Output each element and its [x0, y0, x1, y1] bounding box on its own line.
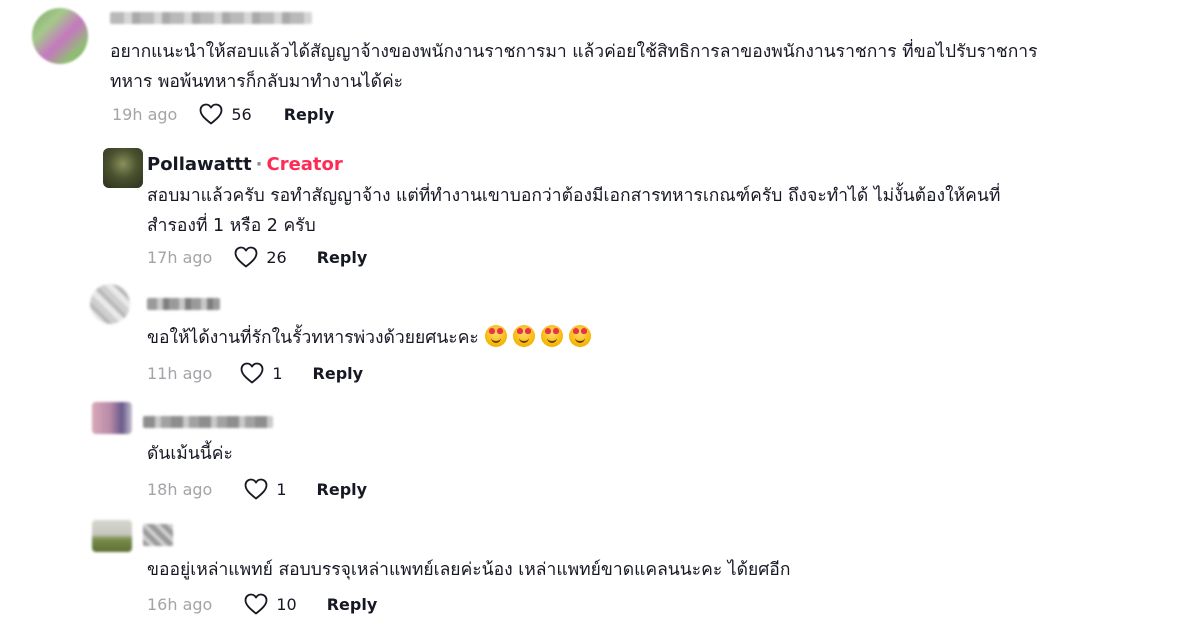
separator-dot: ·: [255, 154, 263, 175]
comment-item: อยากแนะนำให้สอบแล้วได้สัญญาจ้างของพนักงา…: [0, 0, 1178, 130]
heart-outline-icon[interactable]: [199, 103, 223, 125]
comment-text: ขอให้ได้งานที่รักในรั้วทหารพ่วงด้วยยศนะค…: [147, 323, 591, 353]
comment-meta: 16h ago 10 Reply: [147, 592, 377, 616]
like-button[interactable]: 26: [234, 246, 287, 268]
comment-time: 19h ago: [112, 104, 178, 124]
like-button[interactable]: 56: [199, 103, 252, 125]
username-redacted[interactable]: [147, 298, 220, 310]
comment-time: 16h ago: [147, 594, 213, 614]
heart-outline-icon[interactable]: [240, 362, 264, 384]
smiling-face-with-hearts-icon: [512, 325, 535, 347]
comment-text: อยากแนะนำให้สอบแล้วได้สัญญาจ้างของพนักงา…: [110, 37, 1038, 97]
reply-comment-item: ขออยู่เหล่าแพทย์ สอบบรรจุเหล่าแพทย์เลยค่…: [0, 514, 1178, 631]
like-button[interactable]: 10: [244, 593, 297, 615]
smiling-face-with-hearts-icon: [540, 325, 563, 347]
username[interactable]: Pollawattt: [147, 154, 252, 175]
heart-outline-icon[interactable]: [244, 478, 268, 500]
heart-outline-icon[interactable]: [234, 246, 258, 268]
comment-text: สอบมาแล้วครับ รอทำสัญญาจ้าง แต่ที่ทำงานเ…: [147, 181, 1000, 241]
username-redacted[interactable]: [143, 524, 173, 546]
like-count: 26: [266, 247, 287, 267]
reply-button[interactable]: Reply: [317, 248, 368, 267]
avatar[interactable]: [92, 402, 132, 434]
like-button[interactable]: 1: [244, 478, 287, 500]
comment-meta: 18h ago 1 Reply: [147, 477, 367, 501]
comment-meta: 19h ago 56 Reply: [112, 102, 334, 126]
comment-text-line: ขอให้ได้งานที่รักในรั้วทหารพ่วงด้วยยศนะค…: [147, 328, 479, 348]
reply-comment-item: ขอให้ได้งานที่รักในรั้วทหารพ่วงด้วยยศนะค…: [0, 282, 1178, 392]
avatar[interactable]: [32, 8, 88, 64]
comment-text: ดันเม้นนี้ค่ะ: [147, 439, 233, 469]
avatar[interactable]: [92, 520, 132, 552]
creator-avatar[interactable]: [103, 148, 143, 188]
comment-text-line: ขออยู่เหล่าแพทย์ สอบบรรจุเหล่าแพทย์เลยค่…: [147, 560, 791, 580]
comment-time: 11h ago: [147, 363, 213, 383]
like-count: 1: [276, 479, 287, 499]
comment-meta: 17h ago 26 Reply: [147, 245, 367, 269]
comment-time: 17h ago: [147, 247, 213, 267]
comment-time: 18h ago: [147, 479, 213, 499]
comment-text-line: ดันเม้นนี้ค่ะ: [147, 444, 233, 464]
avatar[interactable]: [90, 284, 130, 324]
reply-button[interactable]: Reply: [327, 595, 378, 614]
like-button[interactable]: 1: [240, 362, 283, 384]
reply-button[interactable]: Reply: [284, 105, 335, 124]
like-count: 10: [276, 594, 297, 614]
creator-name-row: Pollawattt · Creator: [147, 154, 343, 175]
smiling-face-with-hearts-icon: [484, 325, 507, 347]
comment-meta: 11h ago 1 Reply: [147, 361, 363, 385]
comment-text-line: อยากแนะนำให้สอบแล้วได้สัญญาจ้างของพนักงา…: [110, 42, 1038, 62]
username-redacted[interactable]: [110, 12, 312, 24]
like-count: 1: [272, 363, 283, 383]
reply-button[interactable]: Reply: [313, 364, 364, 383]
smiling-face-with-hearts-icon: [568, 325, 591, 347]
username-redacted[interactable]: [143, 416, 273, 428]
creator-badge: Creator: [266, 154, 343, 175]
reply-comment-item: ดันเม้นนี้ค่ะ 18h ago 1 Reply: [0, 398, 1178, 508]
reply-comment-item: Pollawattt · Creator สอบมาแล้วครับ รอทำสัญ…: [0, 140, 1178, 270]
reply-button[interactable]: Reply: [317, 480, 368, 499]
comment-text-line: ทหาร พอพ้นทหารก็กลับมาทำงานได้ค่ะ: [110, 72, 404, 92]
like-count: 56: [231, 104, 252, 124]
heart-outline-icon[interactable]: [244, 593, 268, 615]
comment-text: ขออยู่เหล่าแพทย์ สอบบรรจุเหล่าแพทย์เลยค่…: [147, 555, 790, 585]
comment-text-line: สำรองที่ 1 หรือ 2 ครับ: [147, 216, 316, 236]
comment-text-line: สอบมาแล้วครับ รอทำสัญญาจ้าง แต่ที่ทำงานเ…: [147, 186, 1001, 206]
